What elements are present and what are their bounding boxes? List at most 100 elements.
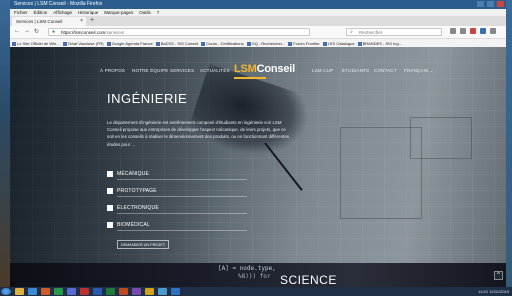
extension-icon[interactable] — [480, 28, 486, 34]
tab-bar: Services | LSM Conseil × + — [10, 16, 506, 26]
menu-edit[interactable]: Édition — [34, 9, 48, 16]
word-icon[interactable] — [93, 288, 102, 295]
app-icon[interactable] — [28, 288, 37, 295]
forward-icon[interactable]: → — [24, 28, 30, 34]
page-content: À PROPOS NOTRE ÉQUIPE SERVICES ACTUALITÉ… — [10, 47, 506, 287]
url-domain: https://lsmconseil.com — [61, 30, 106, 35]
url-bar[interactable]: ● https://lsmconseil.com/services/ — [48, 28, 310, 36]
start-button[interactable] — [1, 288, 11, 295]
divider — [117, 213, 247, 214]
explorer-icon[interactable] — [15, 288, 24, 295]
pocket-icon[interactable] — [470, 28, 476, 34]
maximize-button[interactable] — [487, 1, 494, 7]
divider — [117, 179, 247, 180]
reload-icon[interactable]: ↻ — [34, 28, 39, 35]
menu-file[interactable]: Fichier — [14, 9, 28, 16]
taskbar: 14:21 12/11/2019 — [0, 287, 512, 296]
url-path: /services/ — [105, 30, 125, 35]
app-icon[interactable] — [54, 288, 63, 295]
bookmark-favicon-icon — [357, 41, 362, 46]
bookmark-favicon-icon — [288, 41, 293, 46]
bookmark-favicon-icon — [12, 41, 16, 46]
nav-about[interactable]: À PROPOS — [100, 68, 125, 73]
library-icon[interactable] — [450, 28, 456, 34]
nav-students[interactable]: ÉTUDIANTS — [342, 68, 369, 73]
site-navigation: À PROPOS NOTRE ÉQUIPE SERVICES ACTUALITÉ… — [10, 47, 506, 93]
bookmark-favicon-icon — [201, 41, 206, 46]
divider — [117, 196, 247, 197]
tab-close-icon[interactable]: × — [80, 17, 83, 26]
system-tray: 14:21 12/11/2019 — [478, 287, 509, 296]
bookmark-favicon-icon — [106, 41, 111, 46]
clock[interactable]: 14:21 — [478, 289, 488, 294]
tab-title: Services | LSM Conseil — [16, 19, 63, 24]
square-bullet-icon — [107, 171, 113, 177]
search-icon: ⌕ — [350, 29, 353, 35]
category-item[interactable]: BIOMÉDICAL — [107, 220, 257, 231]
menu-help[interactable]: ? — [157, 9, 160, 16]
category-label: PROTOTYPAGE — [117, 188, 157, 194]
app-icon[interactable] — [132, 288, 141, 295]
menu-icon[interactable] — [490, 28, 496, 34]
powerpoint-icon[interactable] — [119, 288, 128, 295]
language-select[interactable]: FRANÇAIS ⌄ — [404, 68, 434, 74]
close-window-button[interactable] — [497, 1, 504, 7]
square-bullet-icon — [107, 222, 113, 228]
square-bullet-icon — [107, 188, 113, 194]
logo-conseil: Conseil — [256, 63, 296, 75]
app-icon[interactable] — [80, 288, 89, 295]
app-icon[interactable] — [158, 288, 167, 295]
bookmark-favicon-icon — [62, 41, 67, 46]
bookmark-favicon-icon — [246, 41, 251, 46]
nav-services[interactable]: SERVICES — [170, 68, 194, 73]
app-icon[interactable] — [145, 288, 154, 295]
sidebar-icon[interactable] — [460, 28, 466, 34]
desktop-background-right — [506, 0, 512, 287]
browser-window: Services | LSM Conseil - Mozilla Firefox… — [10, 0, 506, 287]
category-label: BIOMÉDICAL — [117, 222, 150, 228]
category-item[interactable]: MÉCANIQUE — [107, 169, 257, 180]
app-icon[interactable] — [67, 288, 76, 295]
desktop-background — [0, 0, 10, 287]
section-title-science: SCIENCE — [280, 273, 337, 287]
logo-lsm: LSM — [234, 63, 257, 75]
menu-bar: Fichier Édition Affichage Historique Mar… — [10, 9, 506, 16]
menu-bookmarks[interactable]: Marque-pages — [104, 9, 133, 16]
scroll-top-button[interactable]: ^ — [494, 271, 503, 280]
search-placeholder: Rechercher — [359, 30, 383, 35]
request-project-button[interactable]: DEMANDER UN PROJET — [117, 240, 169, 249]
window-title: Services | LSM Conseil - Mozilla Firefox — [14, 1, 103, 7]
page-title: INGÉNIERIE — [107, 91, 188, 106]
minimize-button[interactable] — [477, 1, 484, 7]
category-item[interactable]: ÉLECTRONIQUE — [107, 203, 257, 214]
window-controls — [477, 1, 504, 7]
divider — [117, 230, 247, 231]
category-item[interactable]: PROTOTYPAGE — [107, 186, 257, 197]
tab-services[interactable]: Services | LSM Conseil × — [12, 17, 86, 26]
nav-team[interactable]: NOTRE ÉQUIPE — [132, 68, 168, 73]
window-titlebar: Services | LSM Conseil - Mozilla Firefox — [10, 0, 506, 9]
category-label: ÉLECTRONIQUE — [117, 205, 159, 211]
bookmark-favicon-icon — [322, 41, 327, 46]
nav-contact[interactable]: CONTACT — [374, 68, 397, 73]
new-tab-button[interactable]: + — [90, 17, 94, 25]
code-overlay-text: %8))) for — [238, 273, 271, 280]
nav-news[interactable]: ACTUALITÉS — [200, 68, 230, 73]
logo-underline — [234, 77, 266, 79]
site-logo[interactable]: LSMConseil — [234, 63, 296, 79]
blueprint-drawing — [410, 117, 472, 159]
bookmark-favicon-icon — [155, 41, 160, 46]
navigation-toolbar: ← → ↻ ● https://lsmconseil.com/services/… — [10, 26, 506, 39]
lock-icon: ● — [52, 29, 56, 35]
back-icon[interactable]: ← — [14, 28, 20, 34]
search-input[interactable]: ⌕ Rechercher — [346, 28, 442, 36]
menu-view[interactable]: Affichage — [53, 9, 72, 16]
firefox-icon[interactable] — [41, 288, 50, 295]
excel-icon[interactable] — [106, 288, 115, 295]
menu-tools[interactable]: Outils — [139, 9, 151, 16]
menu-history[interactable]: Historique — [78, 9, 98, 16]
nav-lsm-cup[interactable]: LSM CUP — [312, 68, 333, 73]
code-overlay-text: [A] = node.type, — [218, 265, 276, 272]
app-icon[interactable] — [171, 288, 180, 295]
intro-paragraph: Le département d'ingénierie est extrêmem… — [107, 120, 289, 147]
